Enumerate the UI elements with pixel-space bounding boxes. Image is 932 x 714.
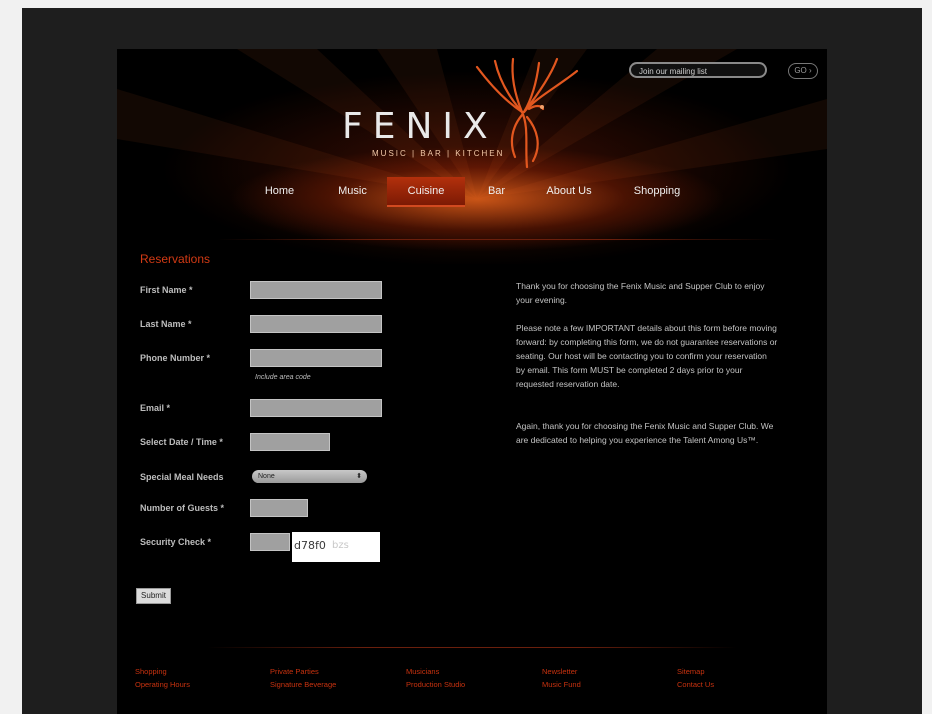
footer-link-shopping[interactable]: Shopping bbox=[135, 667, 167, 676]
nav-about-us[interactable]: About Us bbox=[539, 177, 599, 205]
date-time-field[interactable] bbox=[250, 433, 330, 451]
first-name-field[interactable] bbox=[250, 281, 382, 299]
phone-hint: Include area code bbox=[255, 374, 311, 381]
footer-link-signature-beverage[interactable]: Signature Beverage bbox=[270, 680, 336, 689]
nav-bar[interactable]: Bar bbox=[479, 177, 514, 205]
header-banner: FENIX MUSIC | BAR | KITCHEN Join our mai… bbox=[117, 49, 827, 264]
meal-needs-label: Special Meal Needs bbox=[140, 472, 224, 482]
meal-needs-select[interactable]: None ⬍ bbox=[252, 470, 367, 483]
footer-link-sitemap[interactable]: Sitemap bbox=[677, 667, 705, 676]
mailing-list-input[interactable]: Join our mailing list bbox=[629, 62, 767, 78]
submit-button[interactable]: Submit bbox=[136, 588, 171, 604]
footer-link-music-fund[interactable]: Music Fund bbox=[542, 680, 581, 689]
info-paragraph-2: Please note a few IMPORTANT details abou… bbox=[516, 323, 778, 389]
reservations-title: Reservations bbox=[140, 252, 211, 266]
site-container: FENIX MUSIC | BAR | KITCHEN Join our mai… bbox=[117, 49, 827, 714]
last-name-field[interactable] bbox=[250, 315, 382, 333]
email-field[interactable] bbox=[250, 399, 382, 417]
date-time-label: Select Date / Time * bbox=[140, 437, 223, 447]
footer-link-production-studio[interactable]: Production Studio bbox=[406, 680, 465, 689]
logo-tagline: MUSIC | BAR | KITCHEN bbox=[372, 149, 505, 158]
footer-link-newsletter[interactable]: Newsletter bbox=[542, 667, 577, 676]
nav-shopping[interactable]: Shopping bbox=[627, 177, 687, 205]
footer-link-contact-us[interactable]: Contact Us bbox=[677, 680, 714, 689]
footer-link-private-parties[interactable]: Private Parties bbox=[270, 667, 319, 676]
guests-label: Number of Guests * bbox=[140, 503, 225, 513]
security-check-field[interactable] bbox=[250, 533, 290, 551]
phone-label: Phone Number * bbox=[140, 353, 211, 363]
first-name-label: First Name * bbox=[140, 285, 193, 295]
meal-needs-value: None bbox=[258, 473, 275, 480]
footer-link-operating-hours[interactable]: Operating Hours bbox=[135, 680, 190, 689]
select-arrows-icon: ⬍ bbox=[356, 473, 362, 480]
captcha-code: d78f0 bbox=[294, 539, 326, 552]
last-name-label: Last Name * bbox=[140, 319, 192, 329]
info-paragraph-3: Again, thank you for choosing the Fenix … bbox=[516, 421, 774, 445]
info-paragraph-1: Thank you for choosing the Fenix Music a… bbox=[516, 281, 765, 305]
security-check-label: Security Check * bbox=[140, 537, 212, 547]
nav-home[interactable]: Home bbox=[257, 177, 302, 205]
email-label: Email * bbox=[140, 403, 171, 413]
mailing-go-button[interactable]: GO › bbox=[788, 63, 818, 79]
guests-field[interactable] bbox=[250, 499, 308, 517]
captcha-noise: bzs bbox=[332, 540, 349, 551]
nav-cuisine[interactable]: Cuisine bbox=[387, 177, 465, 207]
main-nav: Home Music Cuisine Bar About Us Shopping bbox=[117, 177, 827, 207]
phone-field[interactable] bbox=[250, 349, 382, 367]
footer-link-musicians[interactable]: Musicians bbox=[406, 667, 439, 676]
footer-divider bbox=[207, 647, 737, 648]
nav-music[interactable]: Music bbox=[330, 177, 375, 205]
section-divider bbox=[217, 239, 777, 240]
captcha-image: d78f0 bzs bbox=[292, 532, 380, 562]
site-logo[interactable]: FENIX bbox=[342, 106, 498, 147]
